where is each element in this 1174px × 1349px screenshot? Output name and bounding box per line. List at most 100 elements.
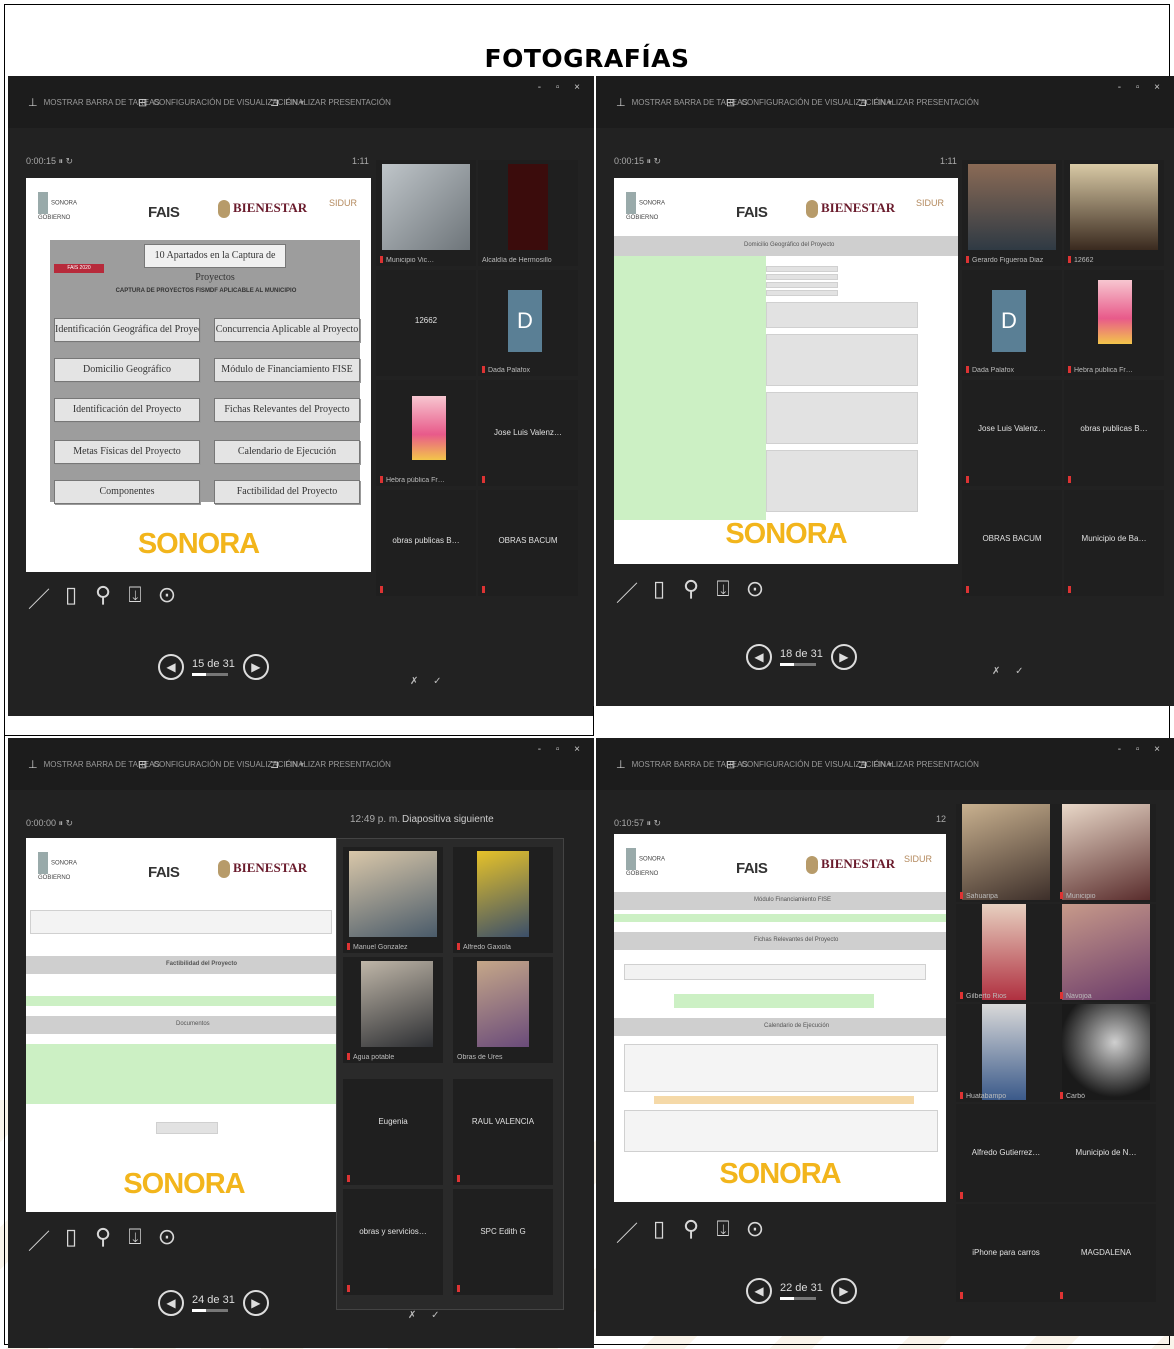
participant-tile[interactable]: 12662 [376, 270, 476, 376]
taskbar-icon: ⊥ [616, 97, 626, 109]
slides-grid-icon[interactable]: ▯ [648, 576, 670, 608]
participant-tile[interactable]: SPC Edith G [453, 1189, 553, 1295]
participant-name: Gerardo Figueroa Diaz [972, 257, 1044, 264]
participant-tile[interactable]: Sahuaripa [956, 804, 1056, 902]
more-icon[interactable]: ⊙ [744, 1216, 766, 1248]
end-presentation-button[interactable]: ⊐ FINALIZAR PRESENTACIÓN [858, 96, 979, 109]
zoom-icon[interactable]: ⚲ [680, 1216, 702, 1248]
participant-name: Sahuaripa [966, 893, 998, 900]
slides-grid-icon[interactable]: ▯ [648, 1216, 670, 1248]
window-controls[interactable]: - ▫ × [1118, 744, 1166, 755]
clock: 12 [936, 814, 947, 824]
window-controls[interactable]: - ▫ × [1118, 82, 1166, 93]
pen-icon[interactable]: ／ [28, 1224, 50, 1256]
end-presentation-button[interactable]: ⊐ FINALIZAR PRESENTACIÓN [270, 758, 391, 771]
participant-tile[interactable]: Carbó [1056, 1004, 1156, 1102]
participant-tile[interactable]: Obras de Ures [453, 957, 553, 1063]
mic-muted-icon [966, 476, 969, 483]
participant-tile[interactable]: Municipio de Ba… [1064, 490, 1164, 596]
participant-tile[interactable]: Hebra publica Fr… [1064, 270, 1164, 376]
participant-tile[interactable]: obras y servicios… [343, 1189, 443, 1295]
sonora-logo: SONORA [26, 1168, 342, 1201]
taskbar-icon: ⊥ [616, 759, 626, 771]
participant-tile[interactable]: Hebra pública Fr… [376, 380, 476, 486]
participant-tile[interactable]: Municipio de N… [1056, 1104, 1156, 1202]
gobierno-logo: SONORA GOBIERNO [38, 852, 77, 882]
participant-tile[interactable]: D Dada Palafox [962, 270, 1062, 376]
participant-tile[interactable]: RAUL VALENCIA [453, 1079, 553, 1185]
participant-tile[interactable]: Agua potable [343, 957, 443, 1063]
green-row [674, 994, 874, 1008]
participant-tile[interactable]: Manuel Gonzalez [343, 847, 443, 953]
participant-tile[interactable]: Municipio Vic… [376, 160, 476, 266]
next-slide-button[interactable]: ▶ [830, 1278, 857, 1304]
participant-name: Alfredo Gutierrez… [971, 1148, 1041, 1157]
pen-icon[interactable]: ／ [616, 1216, 638, 1248]
participant-tile[interactable]: Huatabampo [956, 1004, 1056, 1102]
participant-tile[interactable]: Alfredo Gaxiola [453, 847, 553, 953]
end-presentation-button[interactable]: ⊐ FINALIZAR PRESENTACIÓN [270, 96, 391, 109]
screen-icon[interactable]: ⍗ [712, 1216, 734, 1248]
screen-icon[interactable]: ⍗ [712, 576, 734, 608]
slides-grid-icon[interactable]: ▯ [60, 1224, 82, 1256]
participant-tile[interactable]: Eugenia [343, 1079, 443, 1185]
end-presentation-button[interactable]: ⊐ FINALIZAR PRESENTACIÓN [858, 758, 979, 771]
pen-icon[interactable]: ／ [616, 576, 638, 608]
pen-icon[interactable]: ／ [28, 582, 50, 614]
participant-tile[interactable]: 12662 [1064, 160, 1164, 266]
participant-tile[interactable]: Navojoa [1056, 904, 1156, 1002]
timer: 0:00:15 ⏸ ↻ [26, 156, 74, 166]
participant-tile[interactable]: Gerardo Figueroa Diaz [962, 160, 1062, 266]
participant-tile[interactable]: Jose Luis Valenz… [962, 380, 1062, 486]
more-icon[interactable]: ⊙ [156, 1224, 178, 1256]
window-controls[interactable]: - ▫ × [538, 82, 586, 93]
next-slide-button[interactable]: ▶ [242, 654, 269, 680]
sidur-logo: SIDUR [903, 854, 932, 864]
participant-tile[interactable]: Municipio [1056, 804, 1156, 902]
participant-video [982, 904, 1026, 1000]
pen-tools: ／ ▯ ⚲ ⍗ ⊙ [616, 1216, 766, 1248]
clock: 1:11 [352, 156, 369, 166]
participant-tile[interactable]: Gilberto Rios [956, 904, 1056, 1002]
participant-tile[interactable]: obras publicas B… [376, 490, 476, 596]
participant-tile[interactable]: obras publicas B… [1064, 380, 1164, 486]
calendar-table [624, 1110, 938, 1152]
participant-tile[interactable]: MAGDALENA [1056, 1204, 1156, 1302]
participant-tile[interactable]: OBRAS BACUM [962, 490, 1062, 596]
logo-text: SONORA [51, 860, 78, 867]
section-button: Fichas Relevantes del Proyecto [214, 398, 360, 422]
more-icon[interactable]: ⊙ [156, 582, 178, 614]
participant-tile[interactable]: D Dada Palafox [478, 270, 578, 376]
slides-grid-icon[interactable]: ▯ [60, 582, 82, 614]
window-controls[interactable]: - ▫ × [538, 744, 586, 755]
zoom-icon[interactable]: ⚲ [92, 1224, 114, 1256]
previous-slide-button[interactable]: ◀ [746, 1278, 772, 1304]
pen-tools: ／ ▯ ⚲ ⍗ ⊙ [28, 1224, 178, 1256]
screen-icon[interactable]: ⍗ [124, 582, 146, 614]
participant-tile[interactable]: iPhone para carros [956, 1204, 1056, 1302]
participant-tile[interactable]: OBRAS BACUM [478, 490, 578, 596]
next-slide-button[interactable]: ▶ [242, 1290, 269, 1316]
slide-navigator: ◀ 15 de 31 ▶ [158, 654, 269, 680]
participant-tile[interactable]: Alfredo Gutierrez… [956, 1104, 1056, 1202]
participant-video [382, 164, 470, 250]
zoom-icon[interactable]: ⚲ [92, 582, 114, 614]
participant-tile[interactable]: Alcaldía de Hermosillo [478, 160, 578, 266]
previous-slide-button[interactable]: ◀ [158, 1290, 184, 1316]
zoom-icon[interactable]: ⚲ [680, 576, 702, 608]
fais-logo: FAIS [736, 860, 768, 877]
previous-slide-button[interactable]: ◀ [158, 654, 184, 680]
form-field [766, 290, 838, 296]
participant-tile[interactable]: Jose Luis Valenz… [478, 380, 578, 486]
previous-slide-button[interactable]: ◀ [746, 644, 772, 670]
screen-icon[interactable]: ⍗ [124, 1224, 146, 1256]
timer: 0:10:57 ⏸ ↻ [614, 818, 662, 828]
next-slide-button[interactable]: ▶ [830, 644, 857, 670]
end-icon: ⊐ [858, 97, 868, 109]
more-icon[interactable]: ⊙ [744, 576, 766, 608]
screenshot-1: ⊥ MOSTRAR BARRA DE TAREAS ⊟ CONFIGURACIÓN … [8, 76, 594, 716]
form-field [766, 274, 838, 280]
participant-video [962, 804, 1050, 900]
mic-muted-icon [966, 586, 969, 593]
taskbar-icon: ⊥ [28, 97, 38, 109]
